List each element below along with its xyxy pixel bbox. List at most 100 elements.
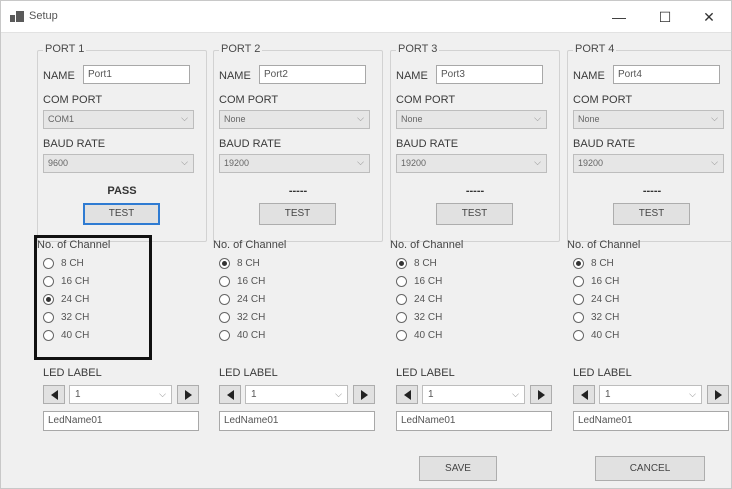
channel-group: No. of Channel 8 CH 16 CH 24 CH 32 CH 40 CH — [34, 235, 167, 360]
name-input[interactable]: Port3 — [436, 65, 543, 84]
channel-option[interactable]: 16 CH — [396, 274, 442, 288]
baud-rate-select[interactable]: 19200 ⌵ — [396, 154, 547, 173]
led-next-button[interactable] — [353, 385, 375, 404]
chevron-down-icon: ⌵ — [534, 113, 541, 123]
baud-rate-value: 9600 — [48, 158, 69, 168]
save-button[interactable]: SAVE — [419, 456, 497, 481]
com-port-select[interactable]: None ⌵ — [219, 110, 370, 129]
name-input[interactable]: Port1 — [83, 65, 190, 84]
radio-icon[interactable] — [573, 329, 584, 341]
led-next-button[interactable] — [530, 385, 552, 404]
led-name-input[interactable]: LedName01 — [219, 411, 375, 431]
radio-icon[interactable] — [573, 275, 584, 287]
radio-icon[interactable] — [396, 329, 407, 341]
baud-rate-value: 19200 — [224, 158, 250, 168]
chevron-down-icon: ⌵ — [357, 113, 364, 123]
radio-icon[interactable] — [573, 311, 584, 323]
channel-option-label: 24 CH — [414, 293, 443, 305]
baud-rate-label: BAUD RATE — [396, 138, 459, 150]
name-label: NAME — [43, 70, 75, 82]
baud-rate-label: BAUD RATE — [43, 138, 106, 150]
window-title: Setup — [29, 10, 58, 22]
led-next-button[interactable] — [707, 385, 729, 404]
close-icon: ✕ — [703, 8, 715, 25]
name-label: NAME — [219, 70, 251, 82]
title-bar: Setup — ☐ ✕ — [1, 1, 731, 33]
minimize-button[interactable]: — — [597, 1, 641, 33]
channel-option[interactable]: 40 CH — [219, 328, 265, 342]
arrow-right-icon — [537, 389, 545, 400]
test-button[interactable]: TEST — [83, 203, 160, 225]
channel-option[interactable]: 32 CH — [219, 310, 265, 324]
chevron-down-icon: ⌵ — [335, 389, 342, 399]
led-next-button[interactable] — [177, 385, 199, 404]
channel-option[interactable]: 40 CH — [573, 328, 619, 342]
com-port-select[interactable]: None ⌵ — [573, 110, 724, 129]
baud-rate-select[interactable]: 19200 ⌵ — [573, 154, 724, 173]
name-input[interactable]: Port4 — [613, 65, 720, 84]
channel-option[interactable]: 8 CH — [219, 256, 260, 270]
channel-option-label: 16 CH — [414, 275, 443, 287]
led-prev-button[interactable] — [43, 385, 65, 404]
channel-option[interactable]: 32 CH — [396, 310, 442, 324]
name-input[interactable]: Port2 — [259, 65, 366, 84]
led-name-input[interactable]: LedName01 — [396, 411, 552, 431]
radio-icon[interactable] — [219, 293, 230, 305]
name-label: NAME — [573, 70, 605, 82]
led-name-input[interactable]: LedName01 — [43, 411, 199, 431]
channel-option[interactable]: 24 CH — [396, 292, 442, 306]
radio-icon[interactable] — [219, 257, 230, 269]
led-name-input[interactable]: LedName01 — [573, 411, 729, 431]
channel-option-label: 32 CH — [237, 311, 266, 323]
com-port-value: None — [401, 114, 423, 124]
channel-option-label: 8 CH — [237, 257, 260, 269]
chevron-down-icon: ⌵ — [181, 157, 188, 167]
channel-option[interactable]: 16 CH — [573, 274, 619, 288]
app-icon — [10, 11, 24, 22]
channel-option[interactable]: 8 CH — [396, 256, 437, 270]
channel-option[interactable]: 24 CH — [573, 292, 619, 306]
radio-icon[interactable] — [396, 293, 407, 305]
baud-rate-label: BAUD RATE — [573, 138, 636, 150]
channel-option[interactable]: 32 CH — [573, 310, 619, 324]
radio-icon[interactable] — [219, 329, 230, 341]
name-label: NAME — [396, 70, 428, 82]
radio-icon[interactable] — [219, 275, 230, 287]
com-port-label: COM PORT — [43, 94, 103, 106]
led-index-select[interactable]: 1 ⌵ — [245, 385, 348, 404]
radio-icon[interactable] — [396, 257, 407, 269]
channel-option-label: 40 CH — [237, 329, 266, 341]
led-index-select[interactable]: 1 ⌵ — [69, 385, 172, 404]
test-button[interactable]: TEST — [259, 203, 336, 225]
led-prev-button[interactable] — [573, 385, 595, 404]
channel-option[interactable]: 16 CH — [219, 274, 265, 288]
channel-option-label: 16 CH — [237, 275, 266, 287]
radio-icon[interactable] — [396, 311, 407, 323]
test-button[interactable]: TEST — [436, 203, 513, 225]
led-index-value: 1 — [605, 389, 611, 400]
channel-option[interactable]: 40 CH — [396, 328, 442, 342]
radio-icon[interactable] — [219, 311, 230, 323]
led-index-select[interactable]: 1 ⌵ — [599, 385, 702, 404]
test-status: ----- — [642, 185, 662, 197]
channel-option[interactable]: 8 CH — [573, 256, 614, 270]
channel-option[interactable]: 24 CH — [219, 292, 265, 306]
com-port-select[interactable]: COM1 ⌵ — [43, 110, 194, 129]
baud-rate-select[interactable]: 9600 ⌵ — [43, 154, 194, 173]
led-index-select[interactable]: 1 ⌵ — [422, 385, 525, 404]
highlight-box — [34, 235, 152, 360]
radio-icon[interactable] — [573, 257, 584, 269]
led-prev-button[interactable] — [396, 385, 418, 404]
com-port-select[interactable]: None ⌵ — [396, 110, 547, 129]
test-button[interactable]: TEST — [613, 203, 690, 225]
radio-icon[interactable] — [573, 293, 584, 305]
baud-rate-select[interactable]: 19200 ⌵ — [219, 154, 370, 173]
led-label-heading: LED LABEL — [43, 367, 102, 379]
close-button[interactable]: ✕ — [687, 1, 731, 33]
radio-icon[interactable] — [396, 275, 407, 287]
maximize-button[interactable]: ☐ — [643, 1, 687, 33]
led-prev-button[interactable] — [219, 385, 241, 404]
cancel-button[interactable]: CANCEL — [595, 456, 705, 481]
channel-option-label: 16 CH — [591, 275, 620, 287]
channel-option-label: 8 CH — [591, 257, 614, 269]
